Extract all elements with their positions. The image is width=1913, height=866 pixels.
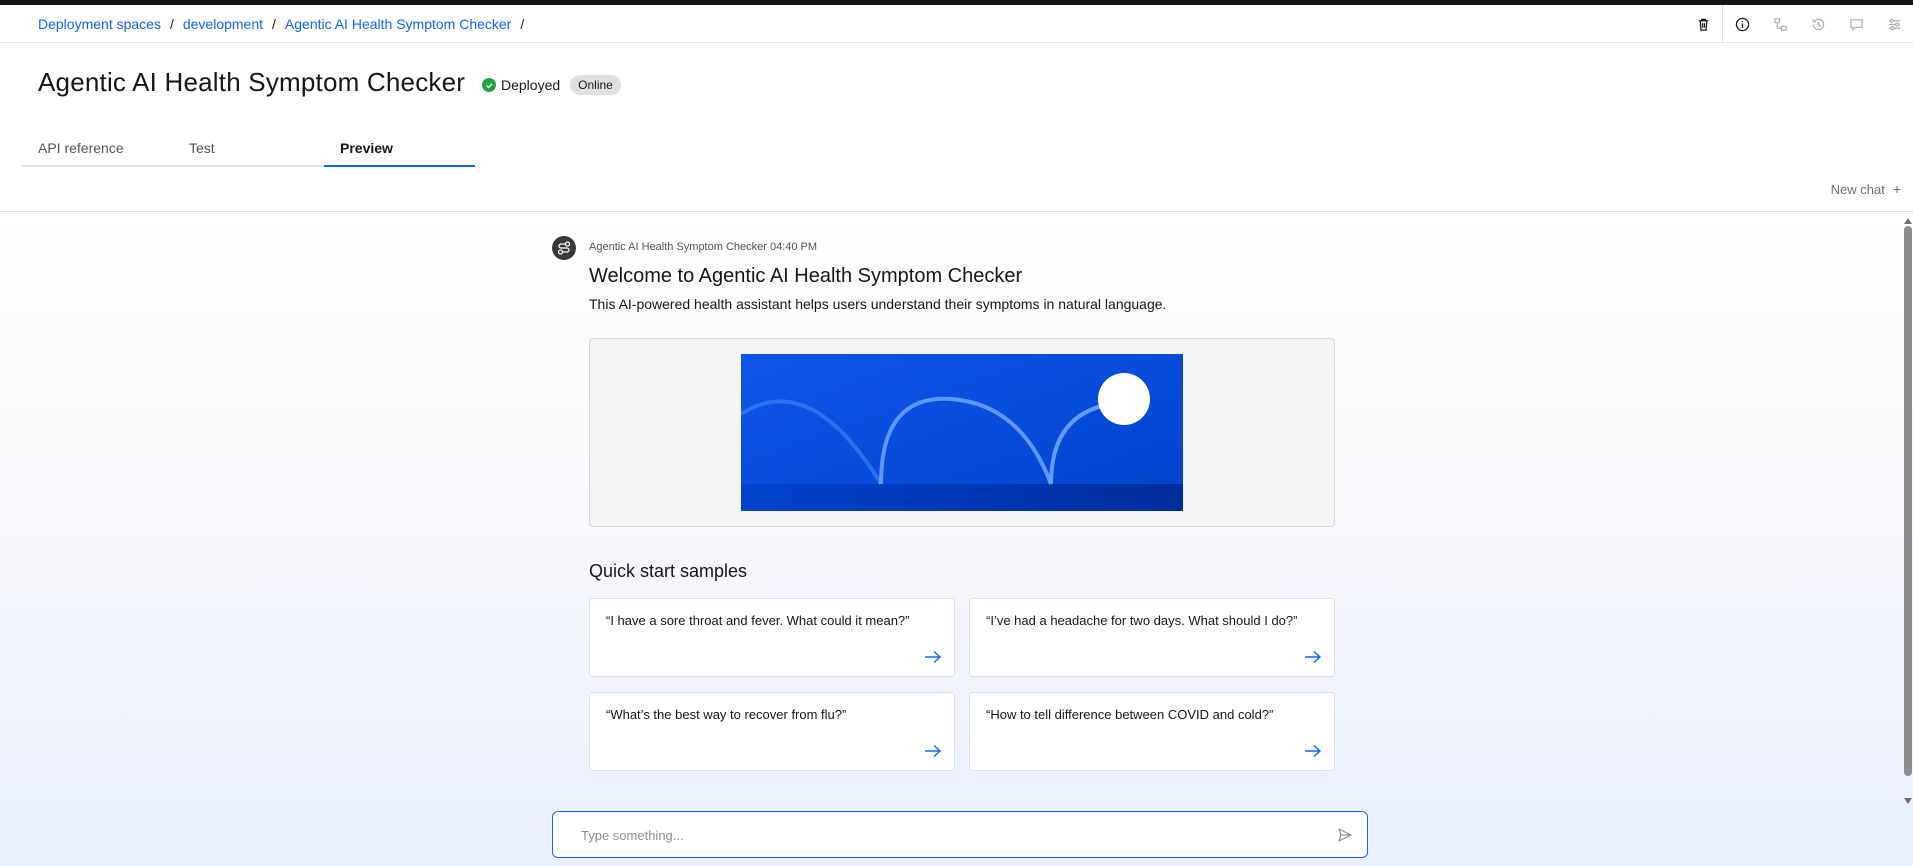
arrow-right-icon	[925, 650, 942, 664]
settings-button[interactable]	[1875, 5, 1913, 43]
history-button[interactable]	[1799, 5, 1837, 43]
message-input[interactable]	[581, 824, 1301, 846]
history-icon	[1812, 18, 1824, 30]
scroll-thumb[interactable]	[1904, 226, 1912, 776]
welcome-banner	[589, 338, 1335, 527]
plus-icon: +	[1892, 181, 1901, 197]
sample-text: “I’ve had a headache for two days. What …	[986, 613, 1298, 628]
breadcrumb-separator: /	[272, 16, 276, 32]
checkmark-icon	[482, 78, 496, 92]
assistant-avatar	[552, 236, 576, 260]
diagram-icon	[1773, 17, 1787, 31]
sample-text: “I have a sore throat and fever. What co…	[606, 613, 910, 628]
status-badge: Online	[570, 75, 621, 95]
trash-icon	[1698, 18, 1708, 31]
arrow-right-icon	[1305, 650, 1322, 664]
flow-button[interactable]	[1761, 5, 1799, 43]
breadcrumb-separator: /	[520, 16, 525, 32]
tab-test[interactable]: Test	[173, 134, 324, 167]
delete-button[interactable]	[1684, 5, 1722, 43]
header-bar: Deployment spaces / development / Agenti…	[0, 5, 1913, 43]
sample-card[interactable]: “How to tell difference between COVID an…	[969, 692, 1335, 771]
sample-card[interactable]: “I’ve had a headache for two days. What …	[969, 598, 1335, 677]
quick-start-title: Quick start samples	[589, 561, 748, 581]
arrow-right-icon	[1305, 744, 1322, 758]
sample-card[interactable]: “I have a sore throat and fever. What co…	[589, 598, 955, 677]
message-composer	[552, 811, 1368, 858]
breadcrumb-deployment[interactable]: Agentic AI Health Symptom Checker	[285, 16, 511, 32]
breadcrumb-development[interactable]: development	[183, 16, 263, 32]
scrollbar[interactable]	[1903, 218, 1913, 808]
tab-list: API reference Test Preview	[22, 134, 475, 167]
scroll-up-arrow-icon[interactable]	[1904, 218, 1912, 224]
tab-preview[interactable]: Preview	[324, 134, 475, 167]
toolbar	[1684, 5, 1913, 43]
welcome-description: This AI-powered health assistant helps u…	[589, 296, 1167, 312]
breadcrumb-separator: /	[169, 16, 174, 32]
comments-button[interactable]	[1837, 5, 1875, 43]
info-button[interactable]	[1723, 5, 1761, 43]
new-chat-button[interactable]: New chat +	[1831, 181, 1901, 197]
tab-api-reference[interactable]: API reference	[22, 134, 173, 167]
arrow-right-icon	[925, 744, 942, 758]
send-icon[interactable]	[1337, 827, 1353, 843]
sample-card[interactable]: “What’s the best way to recover from flu…	[589, 692, 955, 771]
message-meta: Agentic AI Health Symptom Checker 04:40 …	[589, 241, 818, 253]
info-icon	[1735, 17, 1749, 31]
deployment-status: Deployed Online	[482, 75, 621, 95]
sample-text: “What’s the best way to recover from flu…	[606, 707, 847, 722]
status-label: Deployed	[501, 77, 561, 93]
page-title: Agentic AI Health Symptom Checker	[38, 67, 466, 97]
sample-text: “How to tell difference between COVID an…	[986, 707, 1274, 722]
chat-icon	[1849, 18, 1863, 31]
welcome-title: Welcome to Agentic AI Health Symptom Che…	[589, 265, 1023, 287]
scroll-down-arrow-icon[interactable]	[1904, 798, 1912, 804]
new-chat-label: New chat	[1830, 181, 1885, 197]
breadcrumb-deployment-spaces[interactable]: Deployment spaces	[38, 16, 161, 32]
agent-flow-icon	[557, 241, 571, 255]
settings-icon	[1888, 18, 1900, 30]
breadcrumb: Deployment spaces / development / Agenti…	[38, 16, 533, 32]
hero-illustration	[741, 354, 1183, 511]
